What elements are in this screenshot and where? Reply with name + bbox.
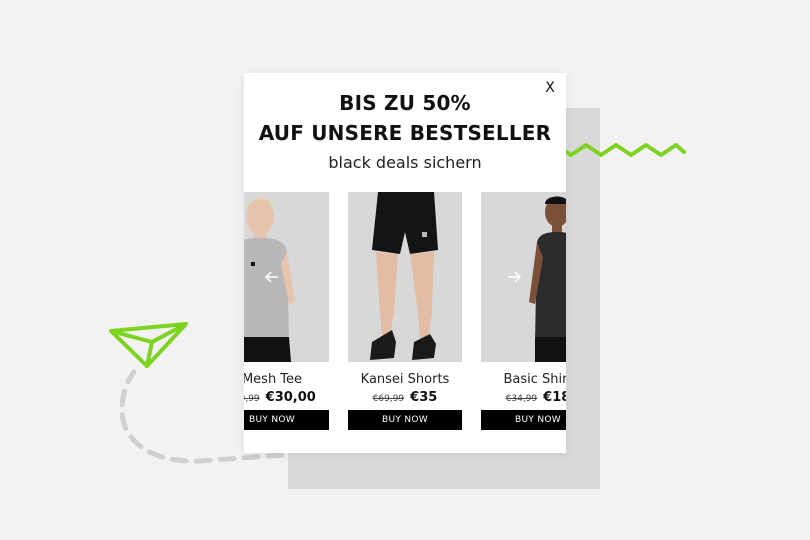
old-price: €69,99 [372, 394, 405, 404]
promo-popup: X BIS ZU 50% AUF UNSERE BESTSELLER black… [244, 73, 566, 453]
headline-line-1: BIS ZU 50% [339, 91, 471, 115]
subheadline: black deals sichern [328, 153, 482, 172]
buy-now-button[interactable]: BUY NOW [481, 410, 566, 430]
product-image-basic-shirt[interactable] [481, 192, 566, 362]
old-price: €39,99 [244, 394, 260, 404]
sale-price: €18 [543, 390, 566, 405]
arrow-left-icon[interactable] [261, 266, 283, 288]
old-price: €34,99 [505, 394, 538, 404]
buy-now-button[interactable]: BUY NOW [348, 410, 462, 430]
sale-price: €30,00 [265, 390, 316, 405]
product-image-mesh-tee[interactable] [244, 192, 329, 362]
price-row: €39,99 €30,00 [244, 390, 329, 405]
model-legs-shorts-illustration [348, 192, 462, 362]
product-name[interactable]: Basic Shirt [481, 372, 566, 387]
product-name[interactable]: Mesh Tee [244, 372, 329, 387]
product-name[interactable]: Kansei Shorts [348, 372, 462, 387]
price-row: €34,99 €18 [481, 390, 566, 405]
arrow-right-icon[interactable] [503, 266, 525, 288]
product-image-kansei-shorts[interactable] [348, 192, 462, 362]
model-woman-tee-illustration [244, 192, 329, 362]
paper-plane-icon [109, 322, 188, 368]
buy-now-button[interactable]: BUY NOW [244, 410, 329, 430]
headline-line-2: AUF UNSERE BESTSELLER [258, 121, 552, 145]
sale-price: €35 [410, 390, 438, 405]
price-row: €69,99 €35 [348, 390, 462, 405]
